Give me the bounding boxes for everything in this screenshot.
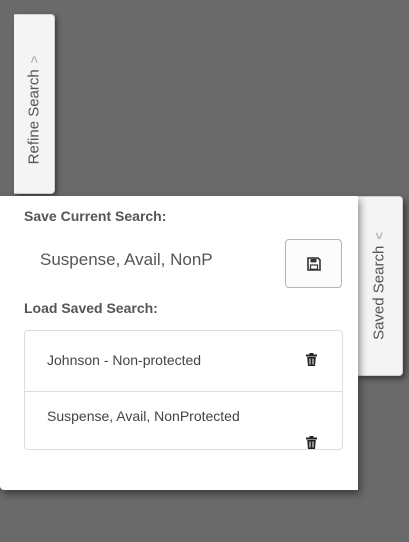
trash-icon[interactable] bbox=[306, 353, 317, 366]
saved-search-tab-label: Saved Search bbox=[370, 245, 388, 340]
saved-search-item-label: Suspense, Avail, NonProtected bbox=[47, 408, 240, 424]
chevron-right-icon: > bbox=[26, 55, 42, 64]
save-current-search-label: Save Current Search: bbox=[24, 208, 167, 224]
saved-search-item[interactable]: Johnson - Non-protected bbox=[25, 331, 342, 391]
saved-search-item[interactable]: Suspense, Avail, NonProtected bbox=[25, 391, 342, 451]
save-search-button[interactable] bbox=[285, 239, 342, 288]
saved-search-panel: Save Current Search: Load Saved Search: … bbox=[0, 196, 358, 490]
refine-search-tab-label: Refine Search bbox=[25, 69, 43, 165]
saved-search-item-label: Johnson - Non-protected bbox=[47, 352, 202, 368]
saved-search-tab[interactable]: Saved Search < bbox=[356, 196, 403, 376]
floppy-disk-icon bbox=[306, 256, 321, 271]
trash-icon[interactable] bbox=[306, 436, 317, 449]
save-search-name-input[interactable] bbox=[22, 240, 280, 280]
refine-search-tab[interactable]: Refine Search > bbox=[14, 14, 55, 194]
chevron-left-icon: < bbox=[371, 232, 387, 240]
load-saved-search-label: Load Saved Search: bbox=[24, 300, 158, 316]
saved-search-list: Johnson - Non-protected Suspense, Avail,… bbox=[24, 330, 343, 450]
